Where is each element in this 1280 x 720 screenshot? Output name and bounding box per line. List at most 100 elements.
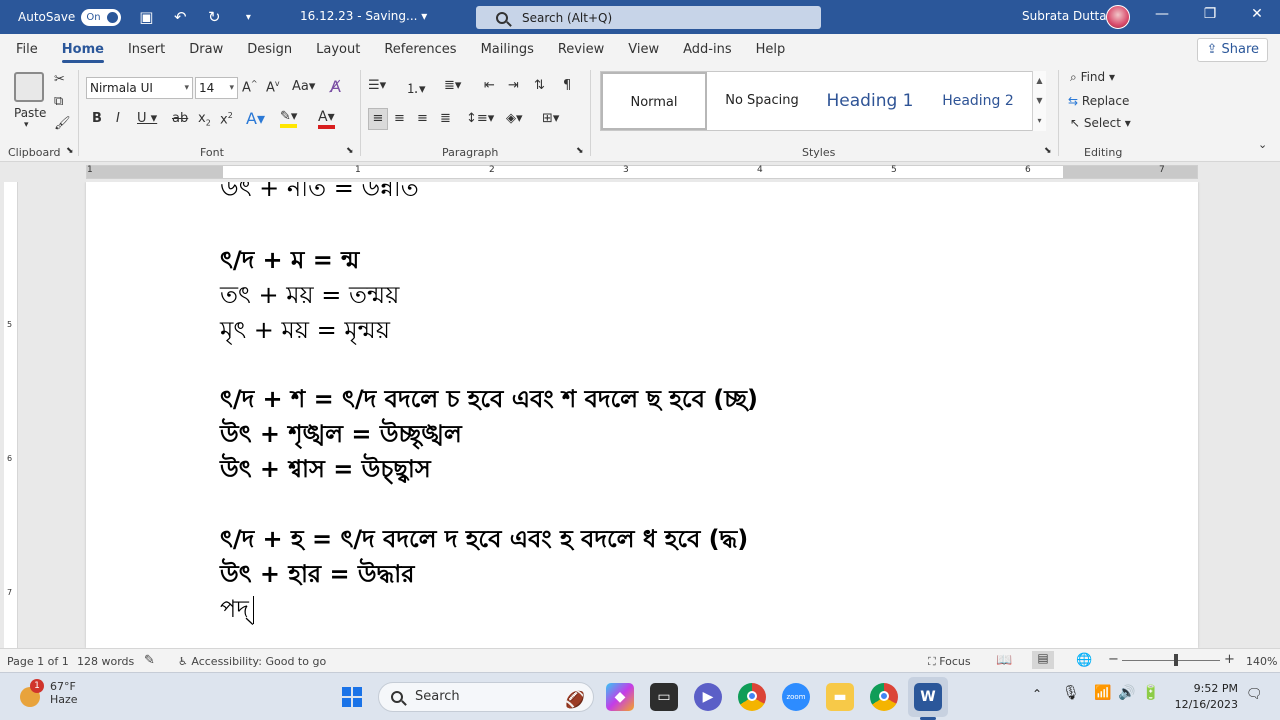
styles-launcher-icon[interactable]: ⬊ [1044, 146, 1052, 156]
copy-icon[interactable]: ⧉ [54, 94, 63, 109]
read-mode-icon[interactable]: 📖 [996, 653, 1012, 668]
tab-review[interactable]: Review [546, 34, 616, 66]
word-count[interactable]: 128 words [77, 655, 134, 668]
task-view-icon[interactable]: ▭ [650, 683, 678, 711]
subscript-icon[interactable]: x2 [198, 111, 211, 128]
restore-icon[interactable]: ❐ [1198, 6, 1222, 22]
zoom-level[interactable]: 140% [1246, 655, 1277, 668]
document-line[interactable]: উৎ + নতি = উন্নতি [220, 182, 419, 210]
copilot-icon[interactable]: ◆ [606, 683, 634, 711]
weather-widget[interactable]: 67°F Haze [50, 680, 78, 706]
zoom-app-icon[interactable]: zoom [782, 683, 810, 711]
replace-button[interactable]: ⇆ Replace [1068, 94, 1129, 108]
proofing-icon[interactable]: ✎ [144, 653, 155, 668]
taskbar-search[interactable]: Search 🏈 [378, 682, 594, 712]
clipboard-launcher-icon[interactable]: ⬊ [66, 146, 74, 156]
system-clock[interactable]: 9:52 PM 12/16/2023 [1175, 681, 1238, 713]
borders-icon[interactable]: ⊞▾ [542, 111, 559, 126]
styles-up-icon[interactable]: ▲ [1033, 71, 1046, 91]
align-right-icon[interactable]: ≡ [417, 111, 428, 126]
underline-icon[interactable]: U ▾ [137, 111, 157, 126]
tab-add-ins[interactable]: Add-ins [671, 34, 743, 66]
redo-icon[interactable]: ↻ [205, 8, 223, 26]
font-name-select[interactable]: Nirmala UI ▾ [86, 77, 193, 99]
show-marks-icon[interactable]: ¶ [563, 78, 571, 93]
clear-formatting-icon[interactable]: A̸ [330, 77, 341, 96]
text-effects-icon[interactable]: A▾ [246, 109, 265, 128]
tab-insert[interactable]: Insert [116, 34, 177, 66]
focus-button[interactable]: ⛶ Focus [928, 655, 971, 669]
document-line-current[interactable]: পদ্ [220, 591, 254, 631]
paste-button[interactable]: Paste [14, 106, 46, 120]
styles-down-icon[interactable]: ▼ [1033, 91, 1046, 111]
document-line[interactable]: উৎ + হার = উদ্ধার [220, 556, 414, 596]
tab-mailings[interactable]: Mailings [469, 34, 546, 66]
styles-scroll[interactable]: ▲ ▼ ▾ [1032, 71, 1046, 131]
find-button[interactable]: ⌕ Find ▾ [1070, 70, 1115, 85]
page-count[interactable]: Page 1 of 1 [7, 655, 69, 668]
print-layout-icon[interactable]: ▤ [1032, 651, 1054, 669]
tab-layout[interactable]: Layout [304, 34, 372, 66]
save-icon[interactable]: ▣ [137, 8, 155, 26]
document-page[interactable]: উৎ + নতি = উন্নতি ৎ/দ + ম = ন্ম তৎ + ময়… [86, 182, 1198, 648]
share-button[interactable]: ⇪ Share [1197, 38, 1268, 62]
paste-icon[interactable] [14, 72, 44, 102]
tab-home[interactable]: Home [50, 34, 116, 66]
document-title[interactable]: 16.12.23 - Saving... ▾ [300, 9, 427, 23]
justify-icon[interactable]: ≣ [440, 111, 451, 126]
horizontal-ruler[interactable]: 1 1 2 3 4 5 6 7 [0, 162, 1280, 182]
collapse-ribbon-icon[interactable]: ⌄ [1258, 138, 1267, 151]
shading-icon[interactable]: ◈▾ [506, 111, 523, 126]
zoom-in-icon[interactable]: + [1224, 652, 1235, 667]
superscript-icon[interactable]: x2 [220, 111, 233, 127]
user-name[interactable]: Subrata Dutta [1022, 9, 1107, 23]
styles-more-icon[interactable]: ▾ [1033, 111, 1046, 131]
show-hidden-icons[interactable]: ⌃ [1032, 687, 1042, 701]
cut-icon[interactable]: ✂ [54, 72, 65, 87]
increase-indent-icon[interactable]: ⇥ [508, 78, 519, 93]
tab-file[interactable]: File [4, 34, 50, 66]
style-no-spacing[interactable]: No Spacing [709, 72, 815, 130]
font-color-icon[interactable]: A▾ [318, 109, 335, 129]
document-canvas[interactable]: উৎ + নতি = উন্নতি ৎ/দ + ম = ন্ম তৎ + ময়… [18, 182, 1280, 648]
numbering-icon[interactable]: ⒈▾ [406, 78, 426, 97]
volume-icon[interactable]: 🔊 [1118, 685, 1135, 701]
multilevel-list-icon[interactable]: ≣▾ [444, 78, 461, 93]
chrome-profile-icon[interactable] [870, 683, 898, 711]
windows-start-icon[interactable] [338, 683, 366, 711]
microphone-icon[interactable]: 🎙 [1062, 685, 1080, 701]
avatar[interactable] [1106, 5, 1130, 29]
document-line[interactable]: ৎ/দ + ম = ন্ম [220, 242, 359, 282]
file-explorer-icon[interactable]: ▬ [826, 683, 854, 711]
italic-icon[interactable]: I [116, 111, 120, 126]
wifi-icon[interactable]: 📶 [1094, 685, 1111, 701]
word-app-icon[interactable]: W [914, 683, 942, 711]
teams-chat-icon[interactable]: ▶ [694, 683, 722, 711]
style-normal[interactable]: Normal [601, 72, 707, 130]
strikethrough-icon[interactable]: ab [172, 111, 188, 126]
zoom-out-icon[interactable]: − [1108, 652, 1119, 667]
autosave-toggle[interactable]: On [81, 8, 122, 26]
decrease-indent-icon[interactable]: ⇤ [484, 78, 495, 93]
paste-dropdown-icon[interactable]: ▾ [24, 120, 29, 130]
font-launcher-icon[interactable]: ⬊ [346, 146, 354, 156]
style-heading-1[interactable]: Heading 1 [817, 72, 923, 130]
document-line[interactable]: মৃৎ + ময় = মৃন্ময় [220, 312, 390, 352]
undo-icon[interactable]: ↶ [171, 8, 189, 26]
align-center-icon[interactable]: ≡ [394, 111, 405, 126]
battery-icon[interactable]: 🔋 [1142, 685, 1159, 701]
document-line[interactable]: ৎ/দ + শ = ৎ/দ বদলে চ হবে এবং শ বদলে ছ হব… [220, 381, 758, 421]
paragraph-launcher-icon[interactable]: ⬊ [576, 146, 584, 156]
document-line[interactable]: ৎ/দ + হ = ৎ/দ বদলে দ হবে এবং হ বদলে ধ হব… [220, 521, 748, 561]
select-button[interactable]: ↖ Select ▾ [1070, 116, 1131, 130]
format-painter-icon[interactable]: 🖌 [54, 116, 71, 131]
tab-view[interactable]: View [616, 34, 671, 66]
autosave-control[interactable]: AutoSave On [18, 8, 122, 26]
zoom-slider-thumb[interactable] [1174, 654, 1178, 666]
document-line[interactable]: উৎ + শ্বাস = উচ্ছ্বাস [220, 451, 431, 491]
style-heading-2[interactable]: Heading 2 [925, 72, 1031, 130]
font-size-select[interactable]: 14 ▾ [195, 77, 238, 99]
highlight-icon[interactable]: ✎▾ [280, 109, 298, 128]
search-box[interactable]: Search (Alt+Q) [476, 6, 821, 29]
document-line[interactable]: উৎ + শৃঙ্খল = উচ্ছৃঙ্খল [220, 416, 462, 456]
